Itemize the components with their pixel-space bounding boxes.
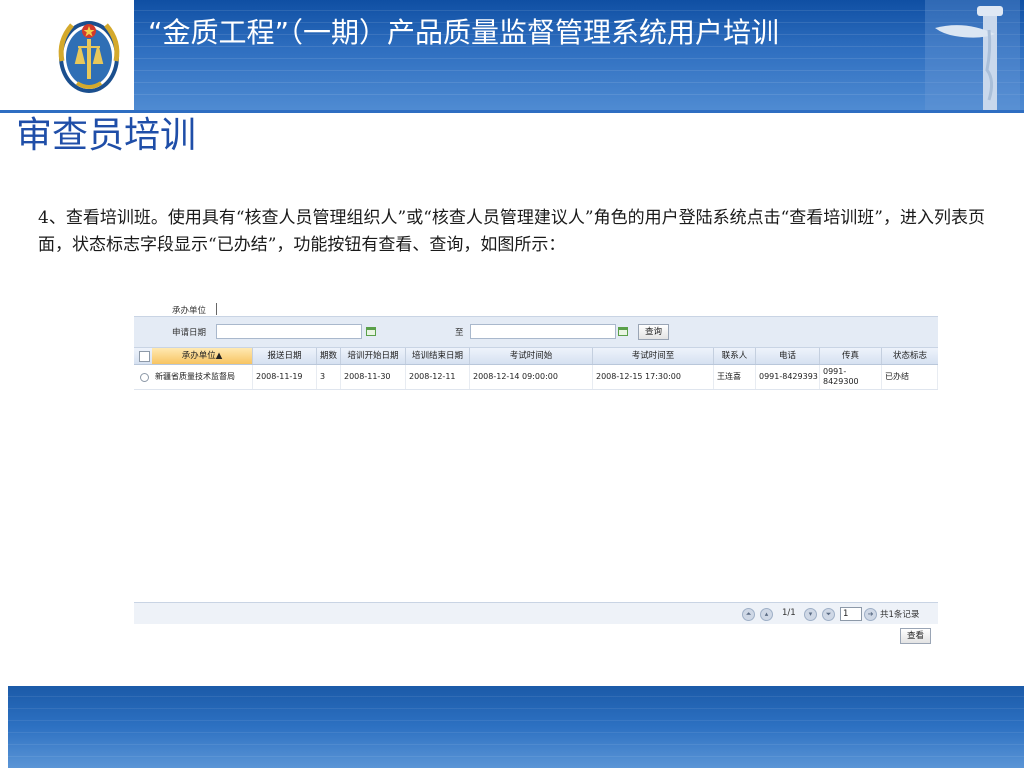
pagination-bar: ⏶ ▴ 1/1 ▾ ⏷ 1 ➜ 共1条记录 bbox=[134, 602, 938, 625]
total-records: 共1条记录 bbox=[880, 610, 920, 620]
column-header-submit-date[interactable]: 报送日期 bbox=[253, 348, 317, 364]
column-header-exam-end[interactable]: 考试时间至 bbox=[593, 348, 714, 364]
action-bar: 查看 bbox=[134, 624, 938, 646]
table-row[interactable]: 新疆省质量技术监督局 2008-11-19 3 2008-11-30 2008-… bbox=[134, 365, 938, 390]
prev-page-icon[interactable]: ▴ bbox=[760, 608, 773, 621]
cell-phone: 0991-8429393 bbox=[756, 365, 820, 389]
select-all-checkbox[interactable] bbox=[139, 351, 150, 362]
training-table: 承办单位▲ 报送日期 期数 培训开始日期 培训结束日期 考试时间始 考试时间至 … bbox=[134, 348, 938, 602]
slide-title: 审查员培训 bbox=[16, 115, 197, 156]
column-header-train-start[interactable]: 培训开始日期 bbox=[341, 348, 406, 364]
column-header-org[interactable]: 承办单位▲ bbox=[152, 348, 253, 364]
next-page-icon[interactable]: ▾ bbox=[804, 608, 817, 621]
cell-exam-end: 2008-12-15 17:30:00 bbox=[593, 365, 714, 389]
cell-train-end: 2008-12-11 bbox=[406, 365, 470, 389]
column-header-phone[interactable]: 电话 bbox=[756, 348, 820, 364]
org-filter-row: 承办单位 bbox=[134, 302, 938, 316]
text-cursor bbox=[216, 303, 217, 315]
column-header-train-end[interactable]: 培训结束日期 bbox=[406, 348, 470, 364]
table-header: 承办单位▲ 报送日期 期数 培训开始日期 培训结束日期 考试时间始 考试时间至 … bbox=[134, 348, 938, 365]
header-title: “金质工程”（一期）产品质量监督管理系统用户培训 bbox=[148, 16, 780, 49]
column-header-fax[interactable]: 传真 bbox=[820, 348, 882, 364]
go-page-icon[interactable]: ➜ bbox=[864, 608, 877, 621]
cell-contact: 王连喜 bbox=[714, 365, 756, 389]
page-number-input[interactable]: 1 bbox=[840, 607, 862, 621]
column-header-period[interactable]: 期数 bbox=[317, 348, 341, 364]
cell-train-start: 2008-11-30 bbox=[341, 365, 406, 389]
cell-exam-start: 2008-12-14 09:00:00 bbox=[470, 365, 593, 389]
org-label: 承办单位 bbox=[172, 306, 207, 316]
cell-fax: 0991-8429300 bbox=[820, 365, 882, 389]
filter-bar: 申请日期 至 查询 bbox=[134, 316, 938, 348]
cell-org: 新疆省质量技术监督局 bbox=[152, 365, 253, 389]
last-page-icon[interactable]: ⏷ bbox=[822, 608, 835, 621]
slide-paragraph: 4、查看培训班。使用具有“核查人员管理组织人”或“核查人员管理建议人”角色的用户… bbox=[38, 208, 985, 255]
quality-inspection-emblem-icon bbox=[58, 21, 120, 93]
end-date-input[interactable] bbox=[470, 324, 616, 339]
emblem-panel bbox=[0, 0, 128, 110]
header-divider bbox=[128, 0, 134, 110]
first-page-icon[interactable]: ⏶ bbox=[742, 608, 755, 621]
start-date-input[interactable] bbox=[216, 324, 362, 339]
view-button[interactable]: 查看 bbox=[900, 628, 932, 644]
header-banner: “金质工程”（一期）产品质量监督管理系统用户培训 bbox=[0, 0, 1024, 110]
footer-banner bbox=[8, 686, 1024, 768]
calendar-icon[interactable] bbox=[618, 326, 628, 336]
column-header-status[interactable]: 状态标志 bbox=[882, 348, 938, 364]
page-info: 1/1 bbox=[782, 608, 796, 618]
date-label: 申请日期 bbox=[172, 328, 207, 338]
cell-submit-date: 2008-11-19 bbox=[253, 365, 317, 389]
cell-period: 3 bbox=[317, 365, 341, 389]
training-list-screenshot: 承办单位 申请日期 至 查询 承办单位▲ 报送日期 期数 培训开始日期 培训结束… bbox=[134, 302, 938, 646]
query-button[interactable]: 查询 bbox=[638, 324, 670, 340]
row-select-radio[interactable] bbox=[140, 373, 149, 382]
huabiao-column-icon bbox=[925, 0, 1020, 110]
cell-status: 已办结 bbox=[882, 365, 938, 389]
to-label: 至 bbox=[455, 328, 464, 338]
column-header-exam-start[interactable]: 考试时间始 bbox=[470, 348, 593, 364]
column-header-contact[interactable]: 联系人 bbox=[714, 348, 756, 364]
calendar-icon[interactable] bbox=[366, 326, 376, 336]
